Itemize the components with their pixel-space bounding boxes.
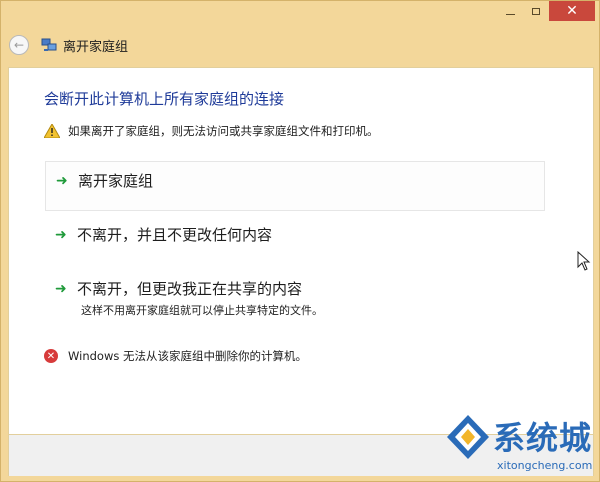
page-title: 离开家庭组 — [63, 39, 129, 55]
maximize-button[interactable] — [523, 1, 549, 21]
watermark-text: 系统城 — [493, 419, 593, 457]
minimize-button[interactable] — [497, 1, 523, 21]
green-arrow-icon: ➜ — [55, 226, 67, 243]
warning-row: 如果离开了家庭组，则无法访问或共享家庭组文件和打印机。 — [44, 123, 379, 139]
green-arrow-icon: ➜ — [56, 172, 68, 189]
window: ✕ ← 离开家庭组 会断开此计算机上所有家庭组的连接 如果离开了家庭组，则无法访… — [0, 0, 600, 482]
close-button[interactable]: ✕ — [549, 1, 595, 21]
option-change-sharing[interactable]: ➜ 不离开，但更改我正在共享的内容 这样不用离开家庭组就可以停止共享特定的文件。 — [45, 270, 545, 326]
nav-row: ← 离开家庭组 — [9, 35, 128, 55]
option-label: 不离开，并且不更改任何内容 — [77, 226, 273, 244]
error-row: ✕ Windows 无法从该家庭组中删除你的计算机。 — [44, 348, 307, 364]
option-label: 不离开，但更改我正在共享的内容 — [77, 280, 303, 298]
caption-buttons: ✕ — [497, 1, 595, 21]
option-label: 离开家庭组 — [78, 172, 154, 190]
back-arrow-icon: ← — [13, 38, 25, 52]
homegroup-icon — [41, 37, 57, 53]
minimize-icon — [505, 13, 515, 15]
warning-icon — [44, 124, 60, 138]
green-arrow-icon: ➜ — [55, 280, 67, 297]
option-description: 这样不用离开家庭组就可以停止共享特定的文件。 — [81, 304, 323, 317]
close-icon: ✕ — [566, 3, 578, 19]
error-text: Windows 无法从该家庭组中删除你的计算机。 — [68, 349, 307, 363]
watermark-url: xitongcheng.com — [497, 459, 593, 472]
content-pane: 会断开此计算机上所有家庭组的连接 如果离开了家庭组，则无法访问或共享家庭组文件和… — [8, 67, 594, 435]
heading: 会断开此计算机上所有家庭组的连接 — [44, 90, 285, 108]
watermark-logo-icon — [447, 415, 489, 459]
back-button[interactable]: ← — [9, 35, 29, 55]
watermark: 系统城 xitongcheng.com — [443, 409, 597, 479]
error-icon: ✕ — [44, 349, 58, 363]
option-do-not-leave[interactable]: ➜ 不离开，并且不更改任何内容 — [45, 216, 545, 253]
warning-text: 如果离开了家庭组，则无法访问或共享家庭组文件和打印机。 — [68, 124, 379, 138]
maximize-icon — [532, 7, 540, 15]
mouse-cursor-icon — [577, 251, 591, 271]
option-leave-homegroup[interactable]: ➜ 离开家庭组 — [45, 161, 545, 211]
